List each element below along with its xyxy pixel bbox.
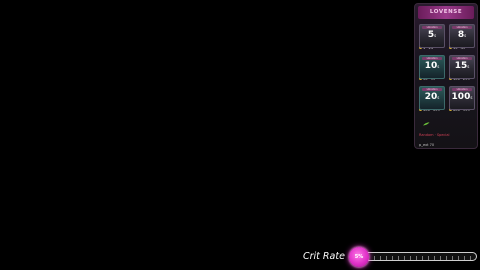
tile-duration: 10s: [424, 61, 440, 71]
crit-rate-value: 5%: [349, 247, 369, 267]
tip-tile[interactable]: vibration 100s: [449, 86, 475, 110]
tile-label: vibration: [422, 88, 442, 91]
tile-label: vibration: [422, 57, 442, 60]
tip-tile[interactable]: vibration 5s: [419, 24, 445, 48]
tile-duration: 5s: [427, 30, 437, 40]
leaf-icon: [423, 122, 430, 126]
tile-label: vibration: [452, 57, 472, 60]
tip-level-6[interactable]: vibration 100s 600~999: [449, 86, 475, 112]
tile-label: vibration: [452, 26, 472, 29]
tip-level-4[interactable]: vibration 15s 100~299: [449, 55, 475, 81]
meter-ticks: [356, 256, 476, 260]
tip-menu-panel: LOVENSE vibration 5s 1~14 vibration 8s 1…: [414, 3, 478, 149]
tile-duration: 15s: [454, 61, 470, 71]
tile-duration: 100s: [451, 92, 473, 102]
tile-duration: 8s: [457, 30, 467, 40]
tip-level-1[interactable]: vibration 5s 1~14: [419, 24, 445, 50]
tile-duration: 20s: [424, 92, 440, 102]
tip-tile[interactable]: vibration 8s: [449, 24, 475, 48]
tile-label: vibration: [452, 88, 472, 91]
tip-level-3[interactable]: vibration 10s 50~99: [419, 55, 445, 81]
crit-rate-label: Crit Rate: [303, 251, 345, 262]
crit-rate-meter: [355, 252, 477, 261]
tip-level-grid: vibration 5s 1~14 vibration 8s 15~49 vib…: [419, 24, 475, 112]
tip-tile[interactable]: vibration 20s: [419, 86, 445, 110]
tile-label: vibration: [422, 26, 442, 29]
tip-level-5[interactable]: vibration 20s 300~599: [419, 86, 445, 112]
special-note: Random · Special: [419, 133, 450, 137]
user-note: p_ext 70: [419, 143, 435, 147]
tip-tile[interactable]: vibration 15s: [449, 55, 475, 79]
brand-logo: LOVENSE: [418, 6, 474, 19]
tip-tile[interactable]: vibration 10s: [419, 55, 445, 79]
tip-level-2[interactable]: vibration 8s 15~49: [449, 24, 475, 50]
